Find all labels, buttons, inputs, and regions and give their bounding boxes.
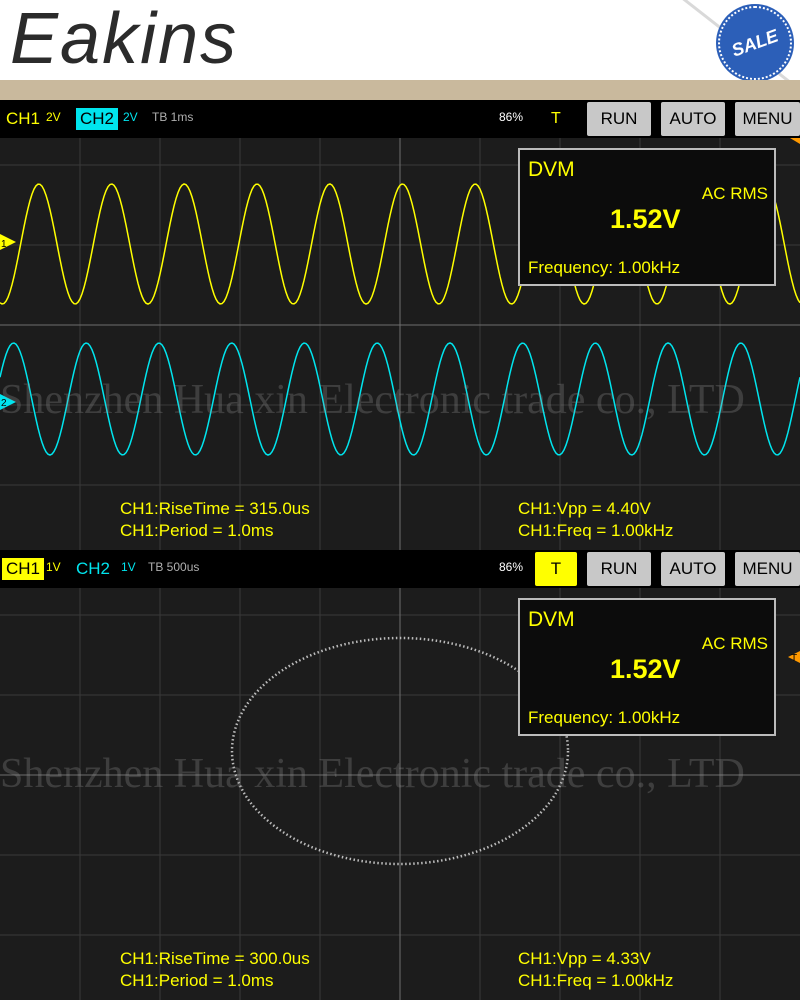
run-button[interactable]: RUN [587, 102, 651, 136]
ch2-scale: 1V [121, 560, 136, 574]
measure-vpp: CH1:Vpp = 4.33V [518, 949, 651, 968]
timebase-label: TB 500us [148, 560, 200, 574]
measure-rise-time: CH1:RiseTime = 315.0us [120, 499, 310, 518]
scope-panel-xy: CH1 1V CH2 1V TB 500us 86% T RUN AUTO ME… [0, 550, 800, 1000]
dvm-value: 1.52V [610, 654, 681, 684]
trigger-button[interactable]: T [551, 110, 561, 128]
watermark-text: Shenzhen Hua xin Electronic trade co., L… [0, 377, 745, 423]
measure-frequency: CH1:Freq = 1.00kHz [518, 971, 674, 990]
battery-level: 86% [499, 560, 524, 574]
dvm-frequency: Frequency: 1.00kHz [528, 708, 681, 727]
ch1-scale: 2V [46, 110, 61, 124]
menu-button[interactable]: MENU [735, 102, 800, 136]
sale-seal-icon: SALE [718, 6, 792, 80]
ch1-marker-label: 1 [1, 239, 7, 250]
ch2-selector[interactable]: CH2 [72, 558, 114, 580]
scope-toolbar: CH1 2V CH2 2V TB 1ms 86% T RUN AUTO MENU [0, 100, 800, 138]
measure-rise-time: CH1:RiseTime = 300.0us [120, 949, 310, 968]
dvm-title: DVM [528, 158, 575, 181]
dvm-mode: AC RMS [701, 634, 768, 653]
ch1-selector[interactable]: CH1 [2, 108, 44, 130]
dvm-title: DVM [528, 608, 575, 631]
brand-banner: Eakins SALE [0, 0, 800, 80]
ch2-selector[interactable]: CH2 [76, 108, 119, 130]
sale-seal-text: SALE [728, 24, 781, 61]
banner-divider [0, 80, 800, 100]
auto-button[interactable]: AUTO [661, 552, 725, 586]
trigger-level-label: T [791, 653, 797, 664]
measure-period: CH1:Period = 1.0ms [120, 521, 274, 540]
menu-button[interactable]: MENU [735, 552, 800, 586]
measure-vpp: CH1:Vpp = 4.40V [518, 499, 651, 518]
ch1-selector[interactable]: CH1 [2, 558, 45, 580]
timebase-label: TB 1ms [152, 110, 194, 124]
battery-level: 86% [499, 110, 524, 124]
trigger-button[interactable]: T [535, 552, 577, 586]
watermark-text: Shenzhen Hua xin Electronic trade co., L… [0, 751, 745, 797]
scope-toolbar: CH1 1V CH2 1V TB 500us 86% T RUN AUTO ME… [0, 550, 800, 588]
ch1-scale: 1V [46, 560, 61, 574]
dvm-mode: AC RMS [701, 184, 768, 203]
measure-frequency: CH1:Freq = 1.00kHz [518, 521, 674, 540]
dvm-value: 1.52V [610, 204, 681, 234]
brand-logo: Eakins [10, 0, 239, 79]
dvm-frequency: Frequency: 1.00kHz [528, 258, 681, 277]
dvm-readout: DVM AC RMS 1.52V Frequency: 1.00kHz [518, 598, 776, 736]
scope-panel-timebase: CH1 2V CH2 2V TB 1ms 86% T RUN AUTO MENU… [0, 100, 800, 550]
measure-period: CH1:Period = 1.0ms [120, 971, 274, 990]
trigger-level-icon[interactable] [790, 138, 800, 144]
run-button[interactable]: RUN [587, 552, 651, 586]
dvm-readout: DVM AC RMS 1.52V Frequency: 1.00kHz [518, 148, 776, 286]
ch2-scale: 2V [123, 110, 138, 124]
auto-button[interactable]: AUTO [661, 102, 725, 136]
